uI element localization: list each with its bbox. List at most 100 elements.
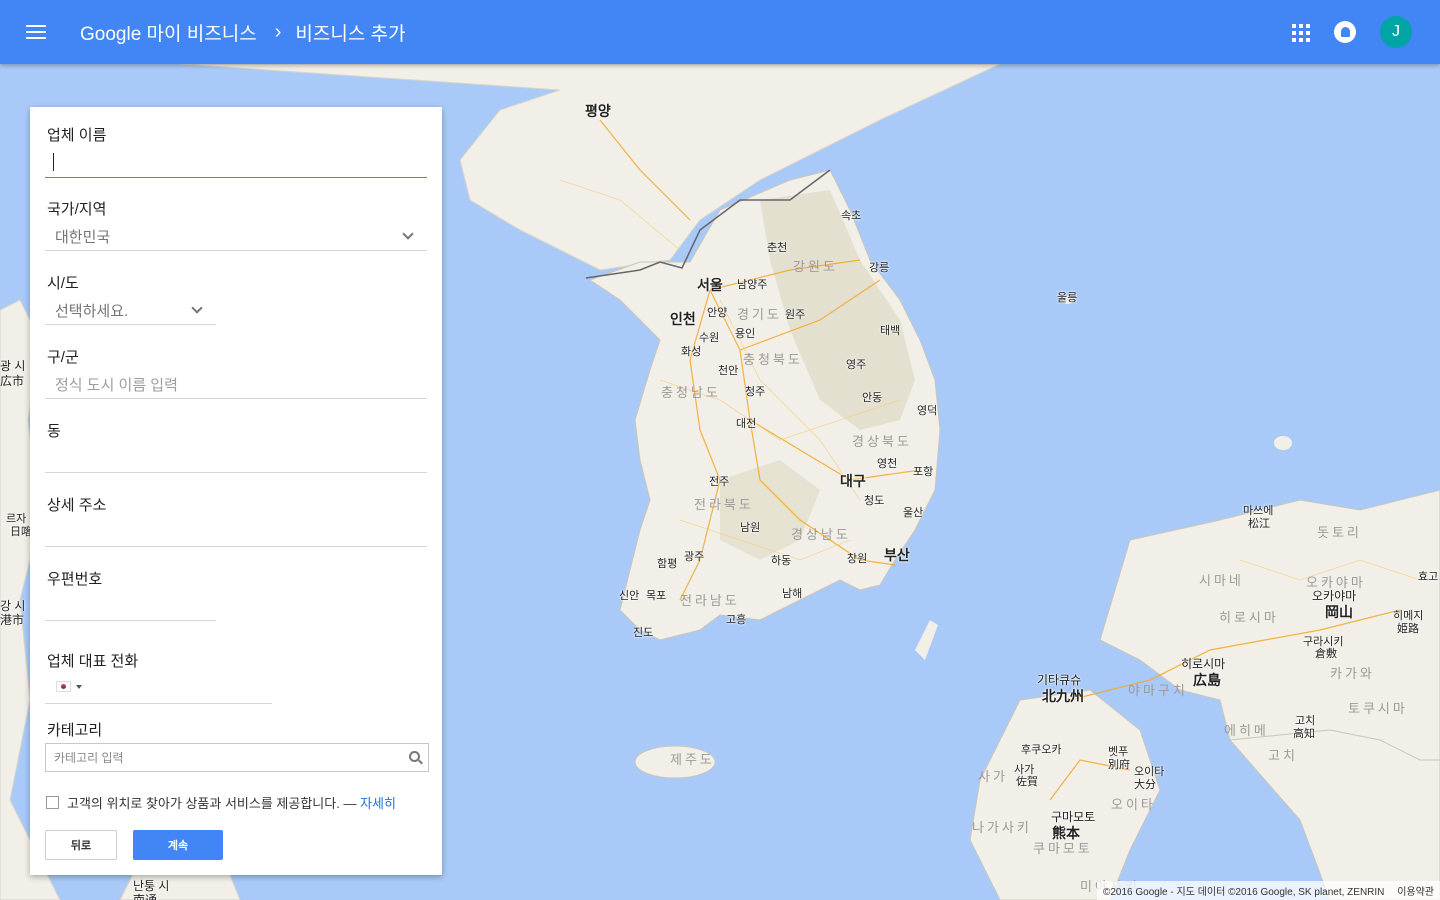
map-attribution: ©2016 Google - 지도 데이터 ©2016 Google, SK p… — [1096, 881, 1440, 900]
map-label: 인천 — [670, 311, 696, 327]
business-name-input[interactable] — [53, 153, 54, 171]
map-label: 카가와 — [1330, 666, 1375, 681]
map-label: 서울 — [697, 277, 723, 293]
breadcrumb-home[interactable]: Google 마이 비즈니스 — [80, 19, 257, 46]
chevron-down-icon[interactable] — [402, 228, 414, 240]
map-label: 南通 — [133, 893, 158, 900]
map-label: 충청북도 — [743, 352, 803, 367]
province-underline — [45, 324, 216, 325]
map-label: 北九州 — [1042, 688, 1084, 704]
dong-label: 동 — [47, 423, 61, 440]
map-label: 원주 — [785, 309, 806, 321]
map-label: 청도 — [864, 495, 885, 507]
menu-icon[interactable] — [24, 20, 48, 44]
map-label: 태백 — [880, 325, 901, 337]
address-input[interactable] — [45, 546, 427, 547]
map-label: 港市 — [0, 613, 25, 627]
map-label: 전주 — [709, 476, 730, 488]
map-label: 대구 — [840, 473, 866, 489]
map-label: 남원 — [740, 522, 761, 534]
map-label: 토쿠시마 — [1348, 701, 1408, 716]
add-business-form: 업체 이름 국가/지역 대한민국 시/도 선택하세요. 구/군 정식 도시 이름… — [30, 107, 442, 875]
apps-icon[interactable] — [1290, 22, 1310, 42]
dong-input[interactable] — [45, 472, 427, 473]
map-label: 佐賀 — [1016, 776, 1038, 788]
map-label: 천안 — [718, 365, 739, 377]
category-input[interactable] — [46, 744, 386, 771]
map-label: 広島 — [1193, 672, 1221, 688]
notifications-icon[interactable] — [1334, 21, 1356, 43]
phone-input[interactable] — [45, 703, 272, 704]
map-label: 남해 — [782, 588, 803, 600]
chevron-down-icon[interactable] — [191, 302, 203, 314]
map-label: 고흥 — [726, 614, 747, 626]
map-label: 함평 — [657, 558, 678, 570]
back-button[interactable]: 뒤로 — [45, 830, 117, 860]
map-label: 松江 — [1248, 518, 1270, 530]
top-app-bar: Google 마이 비즈니스 › 비즈니스 추가 J — [0, 0, 1440, 64]
map-label: 돗토리 — [1317, 525, 1362, 540]
map-label: 倉敷 — [1315, 648, 1337, 660]
map-label: 대전 — [736, 418, 757, 430]
category-field[interactable] — [45, 743, 429, 772]
map-label: 高知 — [1293, 728, 1315, 740]
map-label: 진도 — [633, 627, 654, 639]
district-label: 구/군 — [47, 349, 79, 366]
continue-button[interactable]: 계속 — [133, 830, 223, 860]
map-label: 효고 — [1418, 571, 1439, 583]
map-label: 姫路 — [1397, 623, 1419, 635]
district-underline — [45, 398, 427, 399]
business-name-underline — [45, 177, 427, 178]
postal-input[interactable] — [45, 620, 216, 621]
map-label: 목포 — [646, 590, 667, 602]
map-label: 충청남도 — [661, 385, 721, 400]
map-label: 大分 — [1134, 779, 1156, 791]
map-label: 고치 — [1268, 748, 1298, 763]
map-label: 경상북도 — [852, 434, 912, 449]
address-label: 상세 주소 — [47, 497, 107, 514]
map-label: 사가 — [978, 769, 1008, 784]
map-label: 경상남도 — [791, 527, 851, 542]
map-label: 광주 — [684, 551, 705, 563]
map-label: 안양 — [707, 307, 728, 319]
map-label: 청주 — [745, 386, 766, 398]
map-label: 수원 — [699, 332, 720, 344]
map-label: 속초 — [841, 210, 862, 222]
map-label: 広市 — [0, 374, 25, 388]
map-label: 부산 — [884, 547, 910, 563]
district-input[interactable]: 정식 도시 이름 입력 — [55, 374, 178, 395]
korea-flag-icon[interactable] — [56, 681, 71, 692]
country-label: 국가/지역 — [47, 201, 107, 218]
country-select[interactable]: 대한민국 — [55, 226, 110, 247]
map-label: 쿠마모토 — [1033, 841, 1093, 856]
attribution-text: ©2016 Google - 지도 데이터 ©2016 Google, SK p… — [1102, 887, 1385, 898]
map-label: 평양 — [585, 103, 611, 119]
map-label: 히로시마 — [1219, 610, 1279, 625]
map-label: 신안 — [619, 590, 640, 602]
map-label: 강릉 — [869, 262, 890, 274]
dropdown-arrow-icon[interactable] — [76, 685, 82, 689]
map-label: 하동 — [771, 555, 792, 567]
map-label: 경기도 — [737, 307, 782, 322]
search-icon — [409, 751, 420, 762]
learn-more-link[interactable]: 자세히 — [360, 796, 396, 811]
province-label: 시/도 — [47, 275, 79, 292]
map-label: 창원 — [847, 553, 868, 565]
map-label: 오이타 — [1111, 797, 1156, 812]
map-label: 안동 — [862, 392, 883, 404]
map-label: 시마네 — [1199, 573, 1244, 588]
chevron-right-icon: › — [274, 20, 282, 43]
map-label: 영천 — [877, 458, 898, 470]
map-label: 영주 — [846, 359, 867, 371]
province-select[interactable]: 선택하세요. — [55, 300, 128, 321]
terms-link[interactable]: 이용약관 — [1397, 887, 1434, 898]
map-label: 용인 — [735, 328, 756, 340]
map-label: 울릉 — [1057, 292, 1078, 304]
map-label: 화성 — [681, 346, 702, 358]
map-label: 영덕 — [917, 405, 938, 417]
country-underline — [45, 250, 427, 251]
delivery-checkbox[interactable] — [46, 796, 59, 809]
avatar[interactable]: J — [1380, 16, 1412, 48]
map-label: 日喀 — [10, 526, 32, 538]
map-label: 전라북도 — [694, 497, 754, 512]
